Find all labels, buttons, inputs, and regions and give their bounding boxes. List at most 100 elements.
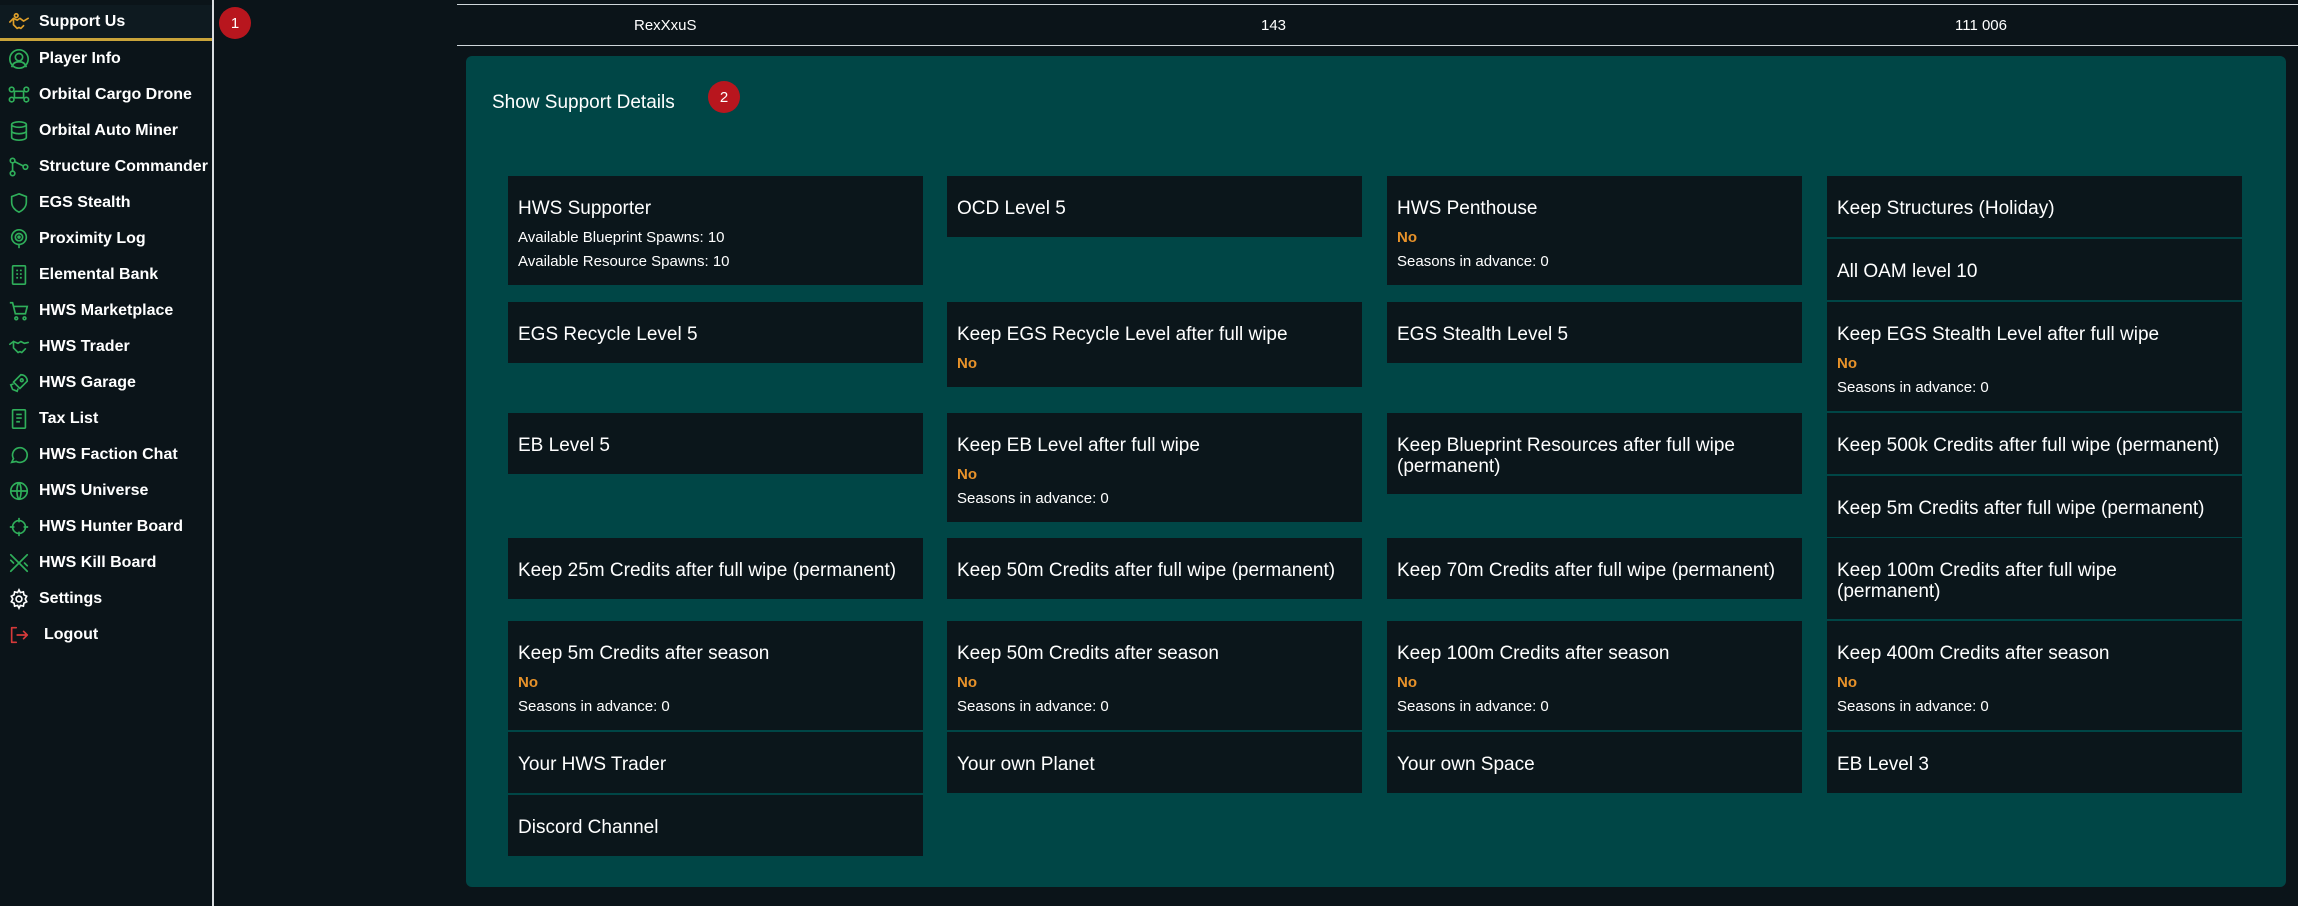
sidebar-item-player-info[interactable]: Player Info xyxy=(0,41,212,77)
handshake-icon xyxy=(6,334,32,360)
sidebar-item-hws-garage[interactable]: HWS Garage xyxy=(0,365,212,401)
card-title: Keep 70m Credits after full wipe (perman… xyxy=(1397,560,1776,581)
sidebar-item-support-us[interactable]: Support Us xyxy=(0,5,212,41)
sidebar-item-elemental-bank[interactable]: Elemental Bank xyxy=(0,257,212,293)
card-title: OCD Level 5 xyxy=(957,198,1066,219)
sidebar-item-logout[interactable]: Logout xyxy=(0,617,212,653)
user-icon xyxy=(6,46,32,72)
sidebar-item-label: Proximity Log xyxy=(39,230,146,247)
card-keep-50m-after-season: Keep 50m Credits after season No Seasons… xyxy=(947,621,1362,730)
card-title: Keep Structures (Holiday) xyxy=(1837,198,2055,219)
card-title: Keep EGS Stealth Level after full wipe xyxy=(1837,324,2160,345)
sidebar-item-hws-marketplace[interactable]: HWS Marketplace xyxy=(0,293,212,329)
card-keep-100m-credits-permanent: Keep 100m Credits after full wipe (perma… xyxy=(1827,538,2242,619)
card-detail: Seasons in advance: 0 xyxy=(1837,379,1989,396)
sidebar-item-label: Support Us xyxy=(39,12,126,30)
rank-cell: 143 xyxy=(1261,17,1287,34)
card-detail: Available Resource Spawns: 10 xyxy=(518,253,730,270)
support-details-panel: Show Support Details 2 HWS Supporter Ava… xyxy=(466,56,2286,887)
sidebar-item-egs-stealth[interactable]: EGS Stealth xyxy=(0,185,212,221)
card-detail: Seasons in advance: 0 xyxy=(1837,698,1989,715)
card-title-line: (permanent) xyxy=(1837,581,1941,602)
card-keep-25m-credits: Keep 25m Credits after full wipe (perman… xyxy=(508,538,923,599)
card-keep-50m-credits: Keep 50m Credits after full wipe (perman… xyxy=(947,538,1362,599)
sidebar-item-label: Orbital Cargo Drone xyxy=(39,86,192,103)
sidebar-item-label: Player Info xyxy=(39,50,121,67)
card-detail: Seasons in advance: 0 xyxy=(957,698,1109,715)
card-title: EGS Stealth Level 5 xyxy=(1397,324,1569,345)
card-keep-egs-recycle: Keep EGS Recycle Level after full wipe N… xyxy=(947,302,1362,387)
handshake-icon xyxy=(6,9,32,35)
amount-cell: 111 006 xyxy=(1955,17,2007,34)
card-title: All OAM level 10 xyxy=(1837,261,1978,282)
card-title-line: (permanent) xyxy=(1397,456,1501,477)
crosshair-icon xyxy=(6,514,32,540)
sidebar-item-label: EGS Stealth xyxy=(39,194,131,211)
drone-icon xyxy=(6,82,32,108)
card-title: Keep 100m Credits after full wipe (perma… xyxy=(1837,560,2117,602)
cart-icon xyxy=(6,298,32,324)
card-status: No xyxy=(957,466,977,483)
sidebar-item-hws-universe[interactable]: HWS Universe xyxy=(0,473,212,509)
sidebar-item-label: Structure Commander xyxy=(39,158,208,175)
show-support-details-toggle[interactable]: Show Support Details xyxy=(492,92,675,114)
sidebar-item-label: Orbital Auto Miner xyxy=(39,122,178,139)
sidebar-item-hws-trader[interactable]: HWS Trader xyxy=(0,329,212,365)
document-icon xyxy=(6,406,32,432)
sidebar-item-label: HWS Faction Chat xyxy=(39,446,178,463)
card-egs-stealth-level-5: EGS Stealth Level 5 xyxy=(1387,302,1802,363)
card-title: EB Level 5 xyxy=(518,435,610,456)
sidebar-item-hws-faction-chat[interactable]: HWS Faction Chat xyxy=(0,437,212,473)
sidebar-item-hws-kill-board[interactable]: HWS Kill Board xyxy=(0,545,212,581)
card-your-own-planet: Your own Planet xyxy=(947,732,1362,793)
sidebar-item-label: Tax List xyxy=(39,410,99,427)
card-status: No xyxy=(957,355,977,372)
card-your-hws-trader: Your HWS Trader xyxy=(508,732,923,793)
card-title-line: Keep 100m Credits after full wipe xyxy=(1837,560,2117,581)
sidebar-item-structure-commander[interactable]: Structure Commander xyxy=(0,149,212,185)
card-keep-eb-level: Keep EB Level after full wipe No Seasons… xyxy=(947,413,1362,522)
kill-icon xyxy=(6,550,32,576)
card-keep-500k-credits: Keep 500k Credits after full wipe (perma… xyxy=(1827,413,2242,474)
sidebar-item-hws-hunter-board[interactable]: HWS Hunter Board xyxy=(0,509,212,545)
card-status: No xyxy=(1837,674,1857,691)
network-icon xyxy=(6,154,32,180)
card-title: Your own Space xyxy=(1397,754,1535,775)
card-title: Keep 100m Credits after season xyxy=(1397,643,1670,664)
sidebar-item-label: HWS Hunter Board xyxy=(39,518,183,535)
sidebar-item-label: HWS Kill Board xyxy=(39,554,157,571)
card-keep-5m-after-season: Keep 5m Credits after season No Seasons … xyxy=(508,621,923,730)
card-title: HWS Supporter xyxy=(518,198,652,219)
sidebar-item-label: HWS Trader xyxy=(39,338,130,355)
sidebar-item-label: HWS Universe xyxy=(39,482,149,499)
card-title: Keep 500k Credits after full wipe (perma… xyxy=(1837,435,2220,456)
sidebar-item-settings[interactable]: Settings xyxy=(0,581,212,617)
card-discord-channel: Discord Channel xyxy=(508,795,923,856)
sidebar-item-label: Logout xyxy=(44,626,99,643)
card-title: Keep 5m Credits after full wipe (permane… xyxy=(1837,498,2205,519)
card-title: EB Level 3 xyxy=(1837,754,1929,775)
card-title: Keep 400m Credits after season xyxy=(1837,643,2110,664)
card-ocd-level-5: OCD Level 5 xyxy=(947,176,1362,237)
database-icon xyxy=(6,118,32,144)
card-title: Your own Planet xyxy=(957,754,1095,775)
sidebar-item-label: HWS Marketplace xyxy=(39,302,174,319)
card-keep-structures-holiday: Keep Structures (Holiday) xyxy=(1827,176,2242,237)
sidebar-item-orbital-auto-miner[interactable]: Orbital Auto Miner xyxy=(0,113,212,149)
card-keep-70m-credits: Keep 70m Credits after full wipe (perman… xyxy=(1387,538,1802,599)
sidebar-item-proximity-log[interactable]: Proximity Log xyxy=(0,221,212,257)
card-title: Keep 50m Credits after full wipe (perman… xyxy=(957,560,1336,581)
card-title: Keep EGS Recycle Level after full wipe xyxy=(957,324,1288,345)
sidebar-item-tax-list[interactable]: Tax List xyxy=(0,401,212,437)
table-row: RexXxuS 143 111 006 xyxy=(457,4,2298,46)
card-status: No xyxy=(1397,674,1417,691)
card-title: Keep EB Level after full wipe xyxy=(957,435,1200,456)
sidebar-item-orbital-cargo-drone[interactable]: Orbital Cargo Drone xyxy=(0,77,212,113)
card-title: Discord Channel xyxy=(518,817,659,838)
sidebar-item-label: Elemental Bank xyxy=(39,266,159,283)
card-hws-penthouse: HWS Penthouse No Seasons in advance: 0 xyxy=(1387,176,1802,285)
card-status: No xyxy=(957,674,977,691)
card-title: HWS Penthouse xyxy=(1397,198,1538,219)
card-keep-blueprint-resources: Keep Blueprint Resources after full wipe… xyxy=(1387,413,1802,494)
card-status: No xyxy=(1397,229,1417,246)
